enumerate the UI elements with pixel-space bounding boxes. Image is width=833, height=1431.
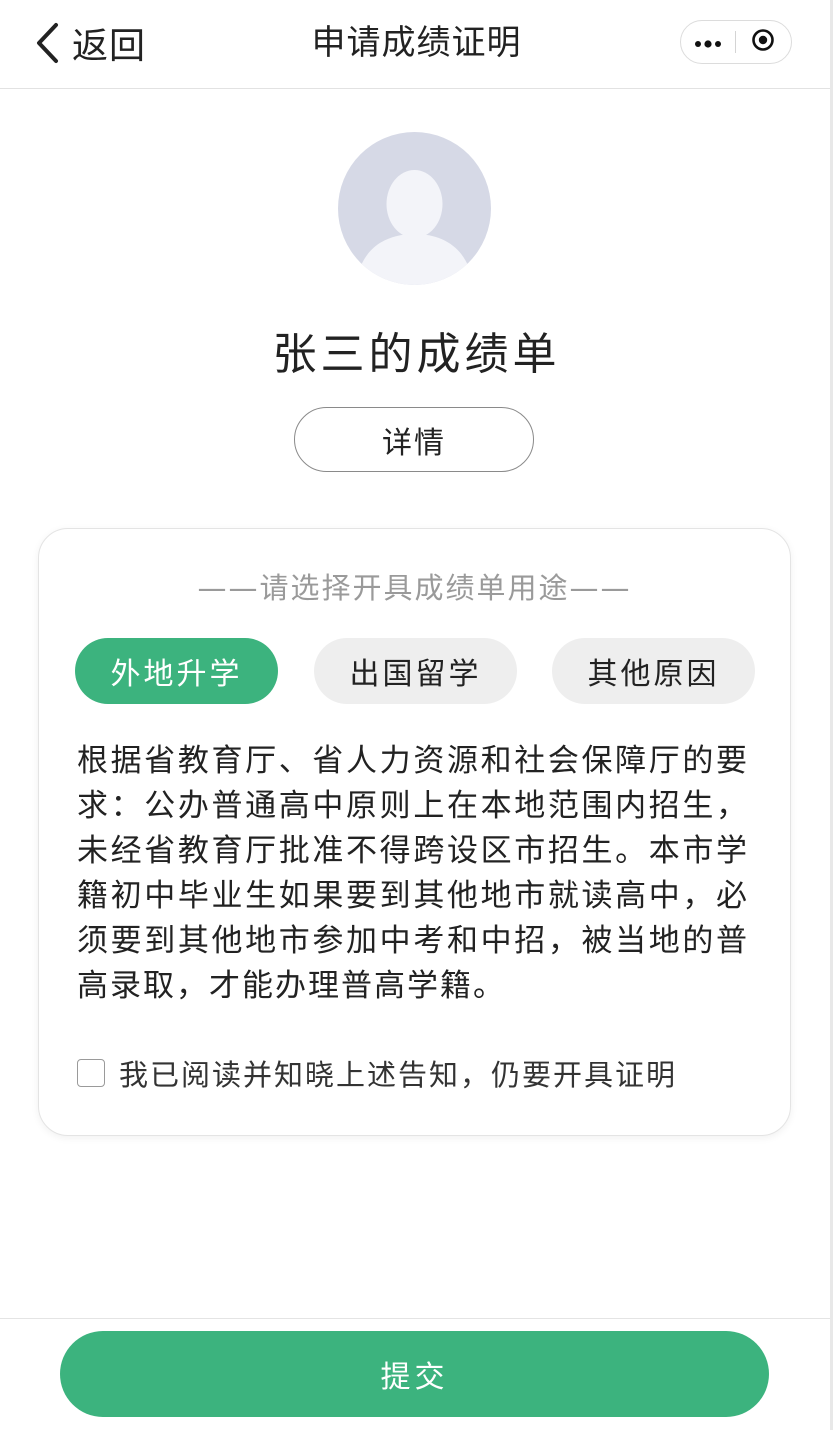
close-button[interactable] (736, 21, 790, 63)
purpose-section-title: ——请选择开具成绩单用途—— (197, 571, 632, 605)
agree-checkbox[interactable] (77, 1059, 105, 1087)
bottom-bar: 提交 (0, 1318, 833, 1431)
option-study-elsewhere[interactable]: 外地升学 (75, 638, 278, 704)
transcript-title: 张三的成绩单 (272, 329, 561, 380)
detail-button[interactable]: 详情 (294, 407, 534, 472)
more-button[interactable] (681, 21, 735, 63)
option-other-reason[interactable]: 其他原因 (552, 638, 755, 704)
policy-notice: 根据省教育厅、省人力资源和社会保障厅的要求：公办普通高中原则上在本地范围内招生，… (77, 743, 749, 1004)
option-study-abroad[interactable]: 出国留学 (314, 638, 517, 704)
agree-checkbox-row[interactable]: 我已阅读并知晓上述告知，仍要开具证明 (77, 1053, 677, 1093)
mini-program-capsule (680, 20, 792, 64)
more-dots-icon (695, 33, 721, 52)
navigation-bar: 返回 申请成绩证明 (0, 0, 833, 89)
agree-label: 我已阅读并知晓上述告知，仍要开具证明 (119, 1058, 678, 1092)
submit-button[interactable]: 提交 (60, 1331, 769, 1417)
target-close-icon (751, 28, 775, 56)
default-avatar-icon (338, 170, 491, 285)
avatar (338, 132, 491, 285)
purpose-card: ——请选择开具成绩单用途—— 外地升学 出国留学 其他原因 根据省教育厅、省人力… (38, 528, 791, 1136)
